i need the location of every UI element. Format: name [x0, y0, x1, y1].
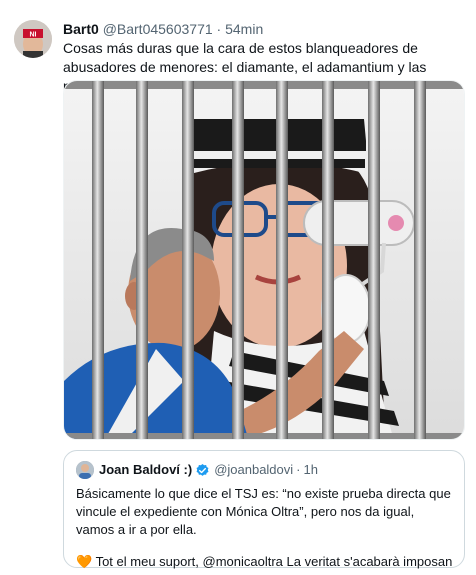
user-avatar[interactable]: NI: [14, 20, 52, 58]
quoted-avatar: [76, 461, 94, 479]
display-name[interactable]: Bart0: [63, 21, 99, 37]
jail-illustration: [64, 81, 464, 439]
quoted-text-second-paragraph: 🧡 Tot el meu suport, @monicaoltra La ver…: [76, 553, 452, 571]
quoted-text: Básicamente lo que dice el TSJ es: “no e…: [76, 486, 451, 537]
quoted-tweet[interactable]: Joan Baldoví :) @joanbaldovi · 1h Básica…: [63, 450, 465, 571]
verified-badge-icon: [196, 463, 209, 476]
tweet[interactable]: NI Bart0 @Bart045603771 · 54min Cosas má…: [0, 0, 476, 575]
quoted-separator: ·: [296, 462, 301, 477]
quoted-handle: @joanbaldovi: [214, 462, 294, 477]
tweet-image[interactable]: [63, 80, 465, 440]
quoted-tweet-header: Joan Baldoví :) @joanbaldovi · 1h: [76, 461, 452, 479]
quoted-avatar-image: [76, 461, 94, 479]
quoted-timestamp: 1h: [303, 462, 318, 477]
avatar-badge: NI: [30, 32, 37, 39]
tweet-header: Bart0 @Bart045603771 · 54min: [63, 20, 263, 38]
separator: ·: [216, 21, 222, 37]
orange-heart-icon: 🧡: [76, 554, 93, 569]
user-handle[interactable]: @Bart045603771: [103, 21, 213, 37]
timestamp[interactable]: 54min: [225, 21, 263, 37]
quoted-display-name: Joan Baldoví :): [99, 462, 193, 477]
avatar-image: NI: [14, 20, 52, 58]
quoted-text-support: Tot el meu suport, @monicaoltra La verit…: [95, 554, 452, 569]
